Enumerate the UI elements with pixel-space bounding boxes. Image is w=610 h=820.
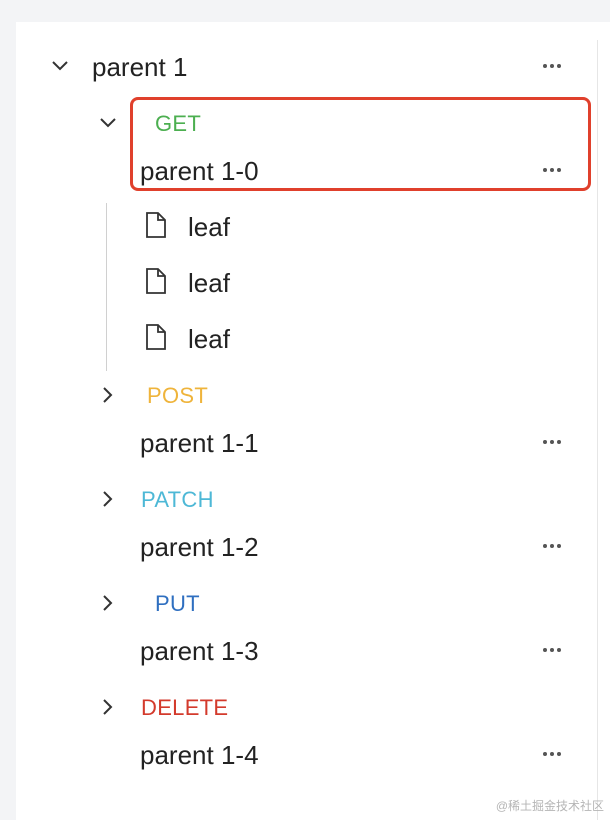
method-tag-delete: DELETE [141,695,229,720]
tree-leaf-label[interactable]: leaf [188,270,230,296]
tree-node-title[interactable]: parent 1-4 [140,742,259,768]
ellipsis-icon[interactable] [538,747,566,761]
ellipsis-icon[interactable] [538,59,566,73]
tree-leaf-label[interactable]: leaf [188,214,230,240]
file-icon [145,212,167,238]
chevron-right-icon[interactable] [98,489,118,509]
tree-leaf-label[interactable]: leaf [188,326,230,352]
ellipsis-icon[interactable] [538,163,566,177]
chevron-right-icon[interactable] [98,385,118,405]
tree-node-title-root[interactable]: parent 1 [92,54,187,80]
method-tag-put: PUT [155,591,200,616]
chevron-right-icon[interactable] [98,593,118,613]
tree-node-title[interactable]: parent 1-1 [140,430,259,456]
tree-node-title[interactable]: parent 1-2 [140,534,259,560]
ellipsis-icon[interactable] [538,539,566,553]
method-tag-post: POST [147,383,209,408]
panel-edge [597,40,598,820]
chevron-down-icon[interactable] [50,56,70,76]
watermark: @稀土掘金技术社区 [495,799,604,813]
method-tag-patch: PATCH [141,487,214,512]
tree-node-title[interactable]: parent 1-3 [140,638,259,664]
file-icon [145,324,167,350]
tree-node-title[interactable]: parent 1-0 [140,158,259,184]
chevron-right-icon[interactable] [98,697,118,717]
ellipsis-icon[interactable] [538,435,566,449]
tree-guide-line [106,203,107,371]
method-tag-get: GET [155,111,202,136]
file-icon [145,268,167,294]
chevron-down-icon[interactable] [98,113,118,133]
ellipsis-icon[interactable] [538,643,566,657]
